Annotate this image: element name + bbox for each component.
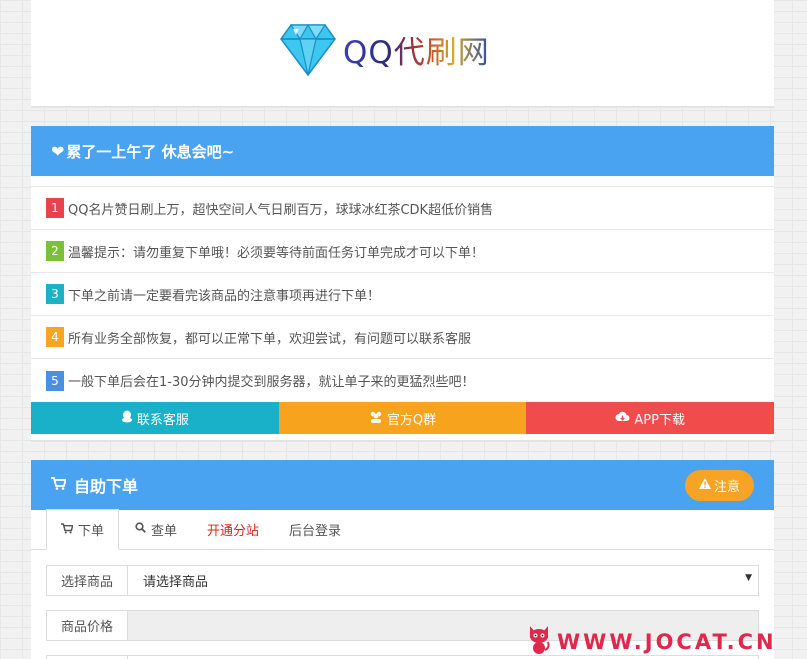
official-group-button[interactable]: 官方Q群: [278, 402, 527, 434]
cat-icon: [527, 624, 551, 659]
official-group-label: 官方Q群: [386, 412, 437, 428]
search-icon: [135, 522, 146, 536]
tab-admin-login[interactable]: 后台登录: [275, 509, 355, 549]
users-icon: [369, 411, 383, 426]
cloud-download-icon: [615, 411, 630, 426]
notice-title: 累了一上午了 休息会吧~: [66, 142, 235, 161]
notice-number-badge: 3: [46, 284, 64, 304]
tab-order[interactable]: 下单: [46, 509, 120, 550]
watermark-text: WWW.JOCAT.CN: [557, 630, 777, 654]
product-select[interactable]: 请选择商品 ▼: [128, 566, 758, 595]
tab-query[interactable]: 查单: [121, 509, 191, 549]
watermark: WWW.JOCAT.CN: [527, 625, 777, 659]
app-download-label: APP下载: [634, 412, 685, 428]
product-price-label: 商品价格: [47, 611, 128, 640]
attention-button[interactable]: 注意: [685, 470, 754, 501]
notice-item: 5 一般下单后会在1-30分钟内提交到服务器，就让单子来的更猛烈些吧！: [31, 359, 774, 402]
notice-text: 一般下单后会在1-30分钟内提交到服务器，就让单子来的更猛烈些吧！: [68, 375, 475, 390]
cart-icon: [51, 476, 67, 494]
app-download-button[interactable]: APP下载: [526, 402, 775, 434]
order-tabs: 下单 查单 开通分站 后台登录: [31, 509, 774, 550]
notice-item: 1 QQ名片赞日刷上万，超快空间人气日刷百万，球球冰红茶CDK超低价销售: [31, 187, 774, 230]
diamond-icon: [279, 21, 337, 77]
logo-text: QQ代刷网: [343, 27, 490, 72]
contact-support-button[interactable]: 联系客服: [31, 402, 279, 434]
tab-open-substation-label: 开通分站: [207, 523, 260, 539]
notice-header: ❤ 累了一上午了 休息会吧~: [31, 126, 774, 176]
notice-text: 下单之前请一定要看完该商品的注意事项再进行下单！: [68, 288, 381, 304]
tab-query-label: 查单: [151, 523, 178, 539]
site-logo[interactable]: QQ代刷网: [279, 18, 490, 80]
order-title: 自助下单: [74, 477, 139, 496]
notice-number-badge: 4: [46, 327, 64, 347]
notice-text: 所有业务全部恢复，都可以正常下单，欢迎尝试，有问题可以联系客服: [68, 331, 472, 347]
qq-penguin-icon: [121, 410, 133, 426]
notice-list: 1 QQ名片赞日刷上万，超快空间人气日刷百万，球球冰红茶CDK超低价销售 2 温…: [31, 186, 774, 402]
notice-number-badge: 1: [46, 198, 64, 218]
cart-icon: [61, 522, 74, 537]
notice-item: 4 所有业务全部恢复，都可以正常下单，欢迎尝试，有问题可以联系客服: [31, 316, 774, 359]
attention-label: 注意: [713, 480, 740, 495]
notice-number-badge: 2: [46, 241, 64, 261]
notice-item: 2 温馨提示：请勿重复下单哦！必须要等待前面任务订单完成才可以下单！: [31, 230, 774, 273]
product-select-value: 请选择商品: [143, 575, 209, 590]
tab-open-substation[interactable]: 开通分站: [193, 509, 273, 549]
notice-item: 3 下单之前请一定要看完该商品的注意事项再进行下单！: [31, 273, 774, 316]
notice-panel: ❤ 累了一上午了 休息会吧~ 1 QQ名片赞日刷上万，超快空间人气日刷百万，球球…: [31, 126, 775, 442]
tab-admin-login-label: 后台登录: [289, 523, 342, 539]
tab-order-label: 下单: [78, 524, 105, 539]
logo-panel: QQ代刷网: [31, 0, 774, 108]
caret-down-icon: ▼: [745, 573, 752, 583]
product-select-row: 选择商品 请选择商品 ▼: [46, 565, 759, 596]
product-select-label: 选择商品: [47, 566, 128, 595]
contact-support-label: 联系客服: [136, 412, 189, 428]
notice-number-badge: 5: [46, 370, 64, 391]
contact-button-row: 联系客服 官方Q群 APP下载: [31, 402, 775, 434]
order-header: 自助下单 注意: [31, 460, 774, 510]
warning-icon: [698, 478, 711, 493]
notice-text: QQ名片赞日刷上万，超快空间人气日刷百万，球球冰红茶CDK超低价销售: [68, 202, 494, 218]
notice-text: 温馨提示：请勿重复下单哦！必须要等待前面任务订单完成才可以下单！: [68, 245, 485, 261]
heart-icon: ❤: [51, 141, 65, 161]
